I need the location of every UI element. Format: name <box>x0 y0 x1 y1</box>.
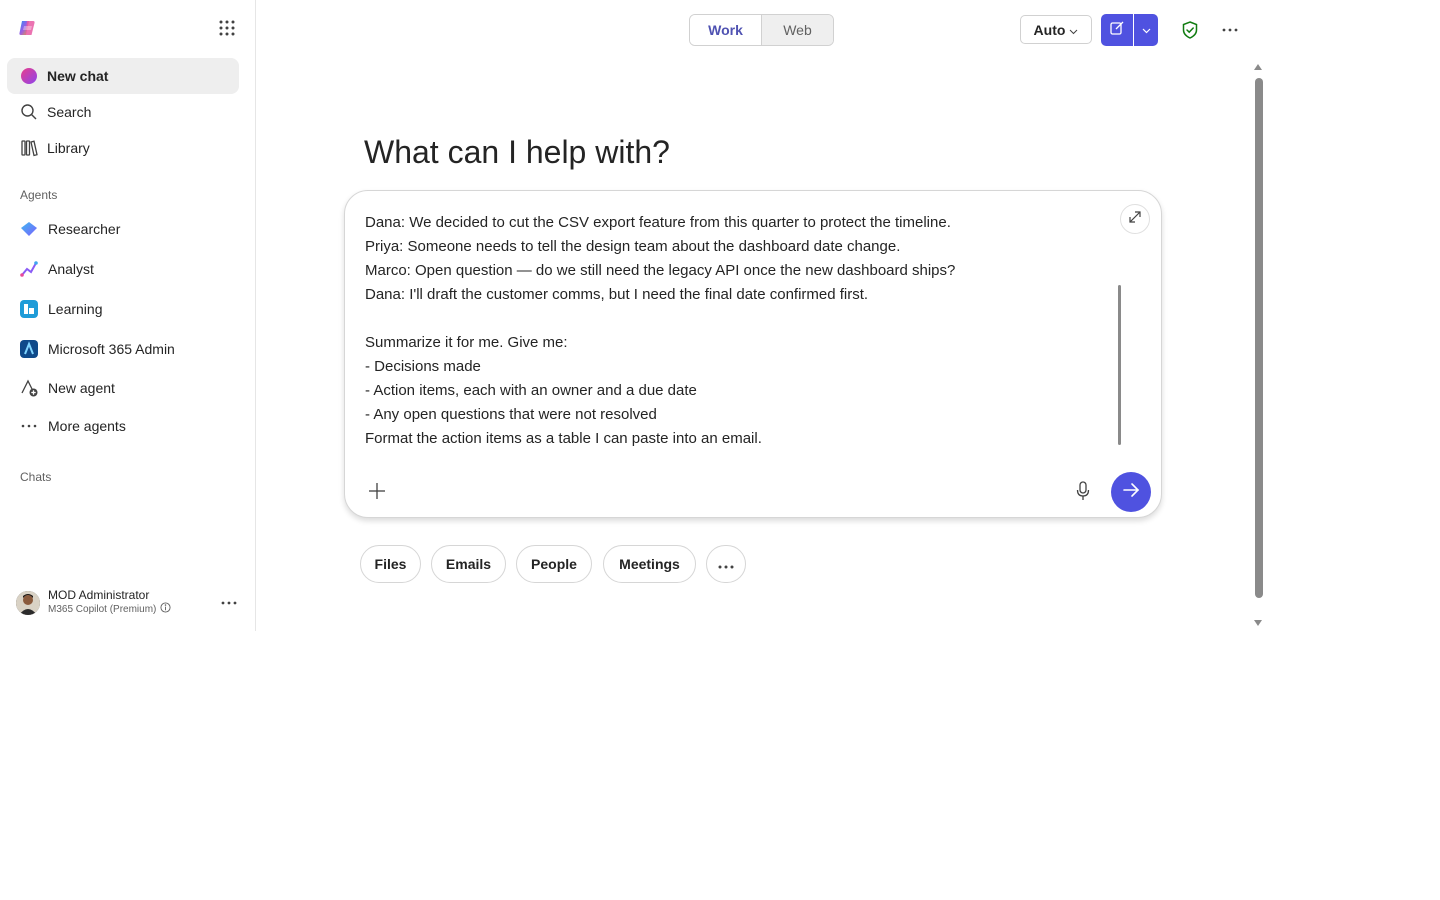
protected-shield-icon[interactable] <box>1180 20 1200 40</box>
app-launcher-icon[interactable] <box>217 18 237 38</box>
copilot-logo-icon[interactable] <box>18 18 38 38</box>
microphone-icon[interactable] <box>1072 479 1094 503</box>
sidebar-item-label: Library <box>47 140 90 156</box>
add-attachment-icon[interactable] <box>365 479 389 503</box>
user-profile[interactable]: MOD Administrator M365 Copilot (Premium) <box>16 586 244 620</box>
send-button[interactable] <box>1111 472 1151 512</box>
toggle-work[interactable]: Work <box>690 15 761 45</box>
chip-files[interactable]: Files <box>360 545 421 583</box>
sidebar-item-more-agents[interactable]: More agents <box>7 408 239 444</box>
chats-section-label: Chats <box>20 470 52 484</box>
sidebar-item-learning[interactable]: Learning <box>7 291 239 327</box>
chip-people[interactable]: People <box>516 545 592 583</box>
sidebar-item-library[interactable]: Library <box>7 130 239 166</box>
sidebar-item-label: More agents <box>48 418 126 434</box>
sidebar-item-analyst[interactable]: Analyst <box>7 251 239 287</box>
chip-more-button[interactable] <box>706 545 746 583</box>
sidebar-item-new-agent[interactable]: New agent <box>7 370 239 406</box>
search-icon <box>19 102 39 122</box>
scroll-up-arrow[interactable] <box>1254 64 1262 70</box>
sidebar-item-label: Researcher <box>48 221 121 237</box>
analyst-icon <box>19 259 39 279</box>
m365-admin-icon <box>19 339 39 359</box>
more-icon <box>19 416 39 436</box>
sidebar-item-label: Analyst <box>48 261 94 277</box>
page-scrollbar-thumb[interactable] <box>1255 78 1263 598</box>
new-agent-icon <box>19 378 39 398</box>
sidebar-item-label: Microsoft 365 Admin <box>48 341 175 357</box>
scroll-down-arrow[interactable] <box>1254 620 1262 626</box>
model-selector-label: Auto <box>1033 21 1066 38</box>
sidebar-item-label: Learning <box>48 301 103 317</box>
page-title: What can I help with? <box>364 134 670 170</box>
chip-emails[interactable]: Emails <box>431 545 506 583</box>
prompt-input[interactable]: Dana: We decided to cut the CSV export f… <box>365 211 1095 451</box>
sidebar-item-label: Search <box>47 104 92 120</box>
library-icon <box>19 138 39 158</box>
model-selector-button[interactable]: Auto <box>1020 15 1092 44</box>
compose-dropdown-button[interactable] <box>1134 14 1158 46</box>
work-web-toggle: Work Web <box>689 14 834 46</box>
sidebar-item-label: New agent <box>48 380 115 396</box>
chevron-down-icon <box>1142 21 1151 39</box>
expand-icon <box>1128 210 1142 229</box>
user-plan: M365 Copilot (Premium) <box>48 602 171 618</box>
sidebar: New chat Search Library Agents Researche… <box>0 0 256 631</box>
more-icon <box>718 556 734 572</box>
avatar[interactable] <box>16 591 40 615</box>
info-icon[interactable] <box>160 602 171 618</box>
arrow-right-icon <box>1122 482 1140 503</box>
composer-scrollbar[interactable] <box>1118 285 1121 445</box>
compose-icon <box>1109 20 1125 41</box>
chat-composer: Dana: We decided to cut the CSV export f… <box>344 190 1162 518</box>
sidebar-item-search[interactable]: Search <box>7 94 239 130</box>
sidebar-item-label: New chat <box>47 68 109 84</box>
sidebar-item-researcher[interactable]: Researcher <box>7 211 239 247</box>
more-options-icon[interactable] <box>1220 20 1240 40</box>
researcher-icon <box>19 219 39 239</box>
user-plan-label: M365 Copilot (Premium) <box>48 604 157 615</box>
learning-icon <box>19 299 39 319</box>
sidebar-item-m365-admin[interactable]: Microsoft 365 Admin <box>7 331 239 367</box>
agents-section-label: Agents <box>20 188 58 202</box>
new-chat-compose-button[interactable] <box>1101 14 1133 46</box>
expand-composer-button[interactable] <box>1120 204 1150 234</box>
sidebar-item-new-chat[interactable]: New chat <box>7 58 239 94</box>
user-name: MOD Administrator <box>48 588 150 602</box>
user-more-options-icon[interactable] <box>218 592 240 614</box>
copilot-chat-icon <box>19 66 39 86</box>
chevron-down-icon <box>1069 22 1078 38</box>
chip-meetings[interactable]: Meetings <box>603 545 696 583</box>
toggle-web[interactable]: Web <box>761 15 833 45</box>
